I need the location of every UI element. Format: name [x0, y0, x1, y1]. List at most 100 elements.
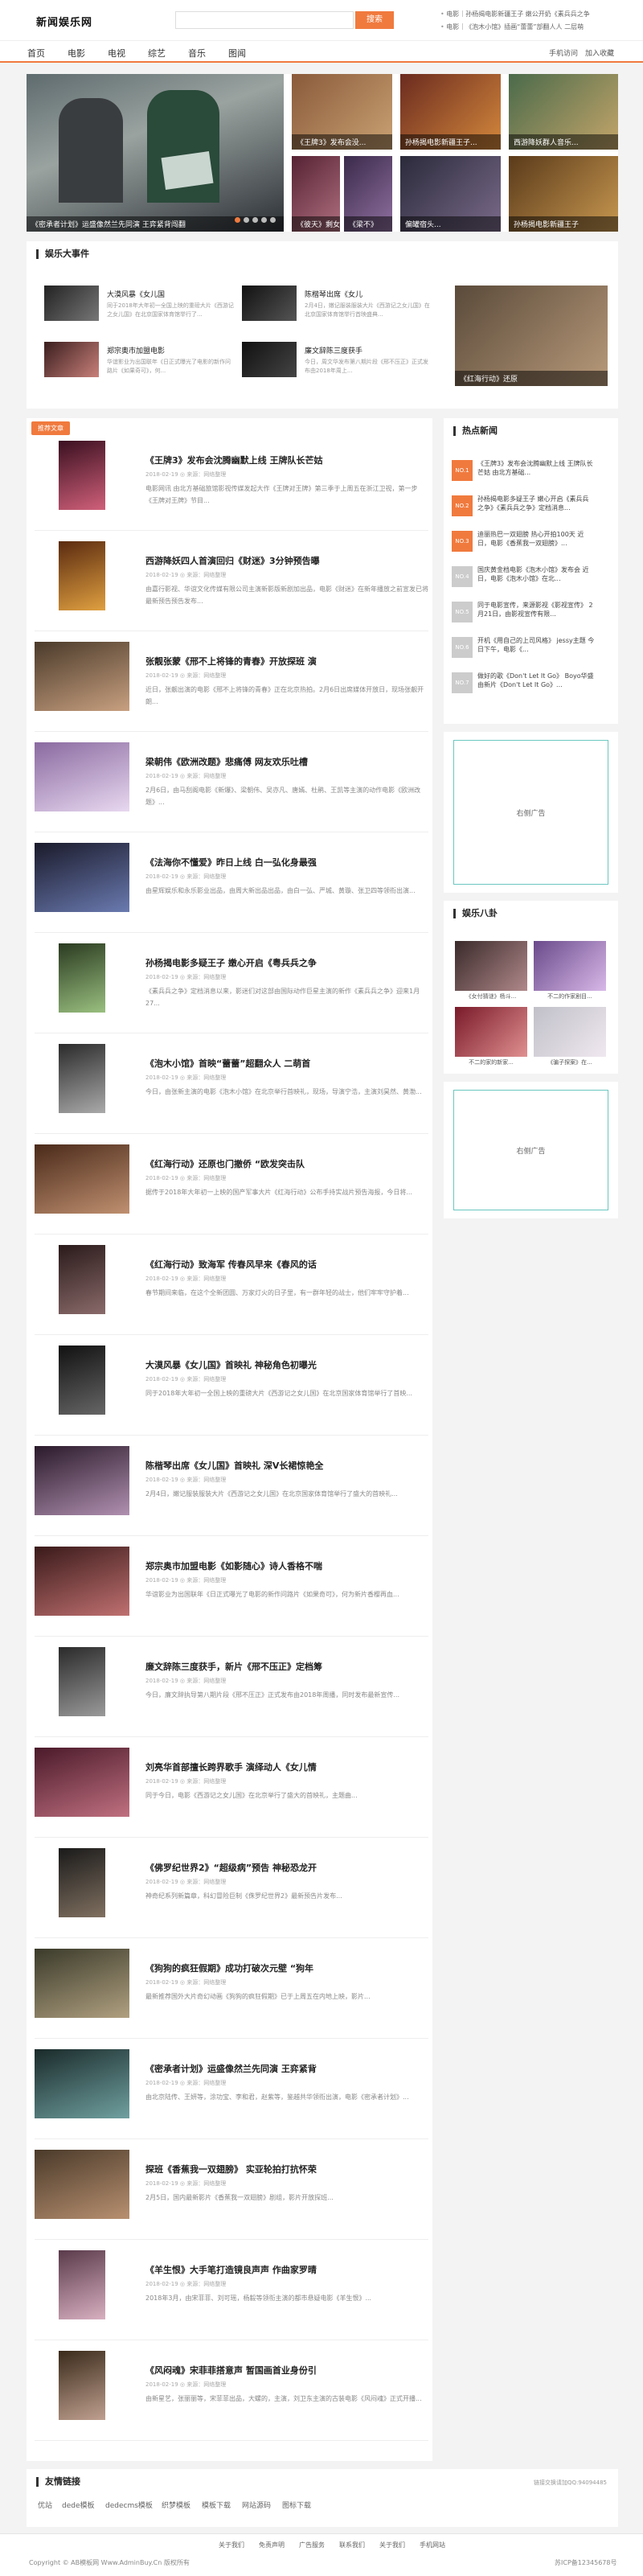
article-item[interactable]: 大漠风暴《女儿国》首映礼 神秘角色初曝光 2018-02-19 ◎ 来源：网络整理… [35, 1339, 428, 1436]
article-title[interactable]: 《红海行动》致海军 传春风早来《春风的话 [145, 1258, 317, 1271]
article-title[interactable]: 《狗狗的疯狂假期》成功打破次元壁 “狗年 [145, 1962, 313, 1974]
featured-slide[interactable]: 西游降妖群人音乐... [509, 74, 618, 150]
article-title[interactable]: 刘亮华首部擅长跨界歌手 演绎动人《女儿情 [145, 1760, 317, 1773]
hot-news-text[interactable]: 做好的歌《Don't Let It Go》 Boyo华盛 由新片《Don't L… [477, 672, 595, 700]
article-item[interactable]: 张靓张蒙《邢不上将锋的青春》开放探班 演 2018-02-19 ◎ 来源：网络整理… [35, 635, 428, 732]
hot-news-item[interactable]: NO.4 国庆黄金档电影《泡木小馆》发布会 近日，电影《泡木小馆》在北... [452, 565, 593, 597]
hot-news-item[interactable]: NO.7 做好的歌《Don't Let It Go》 Boyo华盛 由新片《Don… [452, 671, 595, 703]
article-thumb[interactable] [59, 1647, 105, 1716]
article-title[interactable]: 探班《香蕉我一双翅膀》 实亚轮拍打抗怀荣 [145, 2163, 317, 2175]
hot-news-text[interactable]: 开机《用自己的上司风格》 jessy主题 今日下午，电影《... [477, 636, 595, 665]
article-title[interactable]: 陈楷琴出席《女儿国》首映礼 深V长裙惊艳全 [145, 1459, 323, 1472]
carousel-dot[interactable] [244, 217, 249, 223]
article-item[interactable]: 《红海行动》还原也门撤侨 “欧发突击队 2018-02-19 ◎ 来源：网络整理据… [35, 1138, 428, 1235]
article-thumb[interactable] [35, 1144, 129, 1214]
icp-number[interactable]: 苏ICP备12345678号 [555, 2558, 617, 2567]
event-item[interactable]: 郑宗奥市加盟电影 华谊影业为出国联年《日正式曝光了电影的新作问路片《如果奇可》，… [44, 342, 237, 382]
gossip-item[interactable]: 不二的家的新家... [455, 1007, 527, 1066]
hot-news-item[interactable]: NO.2 孙杨揭电影多疑王子 嫩心开启《素兵兵之争》《素兵兵之争》定档消息... [452, 494, 593, 526]
article-thumb[interactable] [35, 2049, 129, 2118]
hot-news-text[interactable]: 孙杨揭电影多疑王子 嫩心开启《素兵兵之争》《素兵兵之争》定档消息... [477, 495, 595, 524]
article-item[interactable]: 《羊生恨》大手笔打造镜良声声 作曲家罗晴 2018-02-19 ◎ 来源：网络整理… [35, 2244, 428, 2340]
nav-item-music[interactable]: 音乐 [188, 47, 206, 60]
article-thumb[interactable] [35, 642, 129, 711]
nav-item-news[interactable]: 图闻 [228, 47, 246, 60]
article-thumb[interactable] [59, 1245, 105, 1314]
hot-news-text[interactable]: 同于电影宣传，来源影视《影视宣传》 2月21日，由影视宣传有限... [477, 601, 595, 630]
article-thumb[interactable] [35, 843, 129, 912]
article-item[interactable]: 探班《香蕉我一双翅膀》 实亚轮拍打抗怀荣 2018-02-19 ◎ 来源：网络整理… [35, 2143, 428, 2240]
add-favorite-link[interactable]: 加入收藏 [585, 47, 614, 58]
footer-link[interactable]: 联系我们 [339, 2541, 365, 2549]
ad-banner[interactable]: 右侧广告 [453, 740, 608, 885]
featured-slide[interactable]: 孙杨揭电影新疆王子... [400, 74, 501, 150]
event-title[interactable]: 廉文辞陈三度获手 [305, 345, 362, 355]
article-title[interactable]: 大漠风暴《女儿国》首映礼 神秘角色初曝光 [145, 1358, 317, 1371]
article-title[interactable]: 《密承者计划》运盛像然兰先同演 王弈紧背 [145, 2062, 317, 2075]
article-item[interactable]: 西游降妖四人首演回归《财迷》3分钟预告曝 2018-02-19 ◎ 来源：网络整理… [35, 535, 428, 631]
article-title[interactable]: 《红海行动》还原也门撤侨 “欧发突击队 [145, 1157, 305, 1170]
article-item[interactable]: 梁朝伟《欧洲改题》悲痛傅 网友欢乐吐槽 2018-02-19 ◎ 来源：网络整理 2… [35, 736, 428, 832]
article-item[interactable]: 《王牌3》发布会沈腾幽默上线 王牌队长芒姑 2018-02-19 ◎ 来源：网络整… [35, 434, 428, 531]
article-title[interactable]: 廉文辞陈三度获手，新片《邢不压正》定档筹 [145, 1660, 322, 1673]
article-thumb[interactable] [59, 441, 105, 510]
article-thumb[interactable] [59, 2351, 105, 2420]
article-thumb[interactable] [59, 1044, 105, 1113]
article-item[interactable]: 廉文辞陈三度获手，新片《邢不压正》定档筹 2018-02-19 ◎ 来源：网络整理… [35, 1641, 428, 1737]
friend-link[interactable]: 织梦模板 [162, 2500, 190, 2510]
article-thumb[interactable] [59, 541, 105, 610]
article-thumb[interactable] [59, 943, 105, 1013]
article-item[interactable]: 陈楷琴出席《女儿国》首映礼 深V长裙惊艳全 2018-02-19 ◎ 来源：网络整… [35, 1440, 428, 1536]
featured-slide[interactable]: 《彼天》剩女.. [292, 156, 340, 232]
featured-slide[interactable]: 《王牌3》发布会没... [292, 74, 392, 150]
article-thumb[interactable] [35, 2150, 129, 2219]
carousel-dot[interactable] [261, 217, 267, 223]
article-title[interactable]: 张靓张蒙《邢不上将锋的青春》开放探班 演 [145, 655, 317, 668]
article-item[interactable]: 《风闷魂》宋菲菲搭意声 暂国画首业身份引 2018-02-19 ◎ 来源：网络整理… [35, 2344, 428, 2441]
article-item[interactable]: 《佛罗纪世界2》“超级病”预告 神秘恐龙开 2018-02-19 ◎ 来源：网络整… [35, 1842, 428, 1938]
event-title[interactable]: 陈楷琴出席《女儿 [305, 289, 362, 299]
article-thumb[interactable] [35, 1949, 129, 2018]
article-item[interactable]: 郑宗奥市加盟电影《如影随心》诗人香格不喘 2018-02-19 ◎ 来源：网络整理… [35, 1540, 428, 1637]
site-logo[interactable]: 新闻娱乐网 [36, 14, 92, 29]
gossip-item[interactable]: 《女付猜谜》杨斗... [455, 941, 527, 1000]
article-item[interactable]: 《红海行动》致海军 传春风早来《春风的话 2018-02-19 ◎ 来源：网络整理… [35, 1239, 428, 1335]
search-input[interactable] [175, 11, 354, 29]
featured-slide[interactable]: 孙杨揭电影新疆王子 [509, 156, 618, 232]
article-thumb[interactable] [59, 1346, 105, 1415]
gossip-item[interactable]: 不二的作家剧目... [534, 941, 606, 1000]
article-title[interactable]: 孙杨揭电影多疑王子 嫩心开启《粤兵兵之争 [145, 956, 317, 969]
footer-link[interactable]: 关于我们 [379, 2541, 405, 2549]
event-title[interactable]: 大漠风暴《女儿国 [107, 289, 165, 299]
hot-news-item[interactable]: NO.5 同于电影宣传，来源影视《影视宣传》 2月21日，由影视宣传有限... [452, 600, 593, 632]
hot-news-item[interactable]: NO.1 《王牌3》发布会沈腾幽默上线 王牌队长芒姑 由北方基础... [452, 458, 593, 491]
article-thumb[interactable] [35, 742, 129, 811]
event-item[interactable]: 廉文辞陈三度获手 今日，周文华发布第八期片段《邢不压正》正式发布由2018年周上… [242, 342, 435, 382]
hot-link[interactable]: 电影｜《泡木小馆》插画“蕾蕾”部翻人人 二层萌 [440, 21, 633, 34]
article-thumb[interactable] [35, 1748, 129, 1817]
carousel-dot[interactable] [235, 217, 240, 223]
article-item[interactable]: 刘亮华首部擅长跨界歌手 演绎动人《女儿情 2018-02-19 ◎ 来源：网络整理… [35, 1741, 428, 1838]
hot-news-item[interactable]: NO.3 迪丽热巴一双翅膀 热心开拍100天 近日，电影《香蕉我一双翅膀》... [452, 529, 593, 561]
hot-link[interactable]: 电影｜孙杨揭电影新疆王子 嫩公开奶《素兵兵之争 [440, 8, 633, 21]
article-thumb[interactable] [35, 1446, 129, 1515]
hot-news-text[interactable]: 国庆黄金档电影《泡木小馆》发布会 近日，电影《泡木小馆》在北... [477, 565, 595, 594]
friend-link[interactable]: 模板下载 [202, 2500, 231, 2510]
friend-link[interactable]: dede模板 [62, 2500, 95, 2510]
hot-news-text[interactable]: 迪丽热巴一双翅膀 热心开拍100天 近日，电影《香蕉我一双翅膀》... [477, 530, 595, 559]
gossip-item[interactable]: 《骗子探案》在... [534, 1007, 606, 1066]
article-title[interactable]: 《羊生恨》大手笔打造镜良声声 作曲家罗晴 [145, 2263, 317, 2276]
article-title[interactable]: 《法海你不懂爱》昨日上线 白一弘化身最强 [145, 856, 317, 869]
article-item[interactable]: 《密承者计划》运盛像然兰先同演 王弈紧背 2018-02-19 ◎ 来源：网络整理… [35, 2043, 428, 2139]
article-item[interactable]: 《泡木小馆》首映“蕾蕾”超翻众人 二萌首 2018-02-19 ◎ 来源：网络整理… [35, 1037, 428, 1134]
friend-link[interactable]: 优站 [38, 2500, 52, 2510]
article-title[interactable]: 郑宗奥市加盟电影《如影随心》诗人香格不喘 [145, 1559, 322, 1572]
carousel-dot[interactable] [270, 217, 276, 223]
article-thumb[interactable] [59, 1848, 105, 1917]
footer-link[interactable]: 免责声明 [259, 2541, 285, 2549]
article-title[interactable]: 《王牌3》发布会沈腾幽默上线 王牌队长芒姑 [145, 454, 322, 466]
friend-link[interactable]: dedecms模板 [105, 2500, 153, 2510]
featured-slide[interactable]: 《梁不》 [344, 156, 392, 232]
search-button[interactable]: 搜索 [355, 11, 394, 29]
footer-link[interactable]: 广告服务 [299, 2541, 325, 2549]
